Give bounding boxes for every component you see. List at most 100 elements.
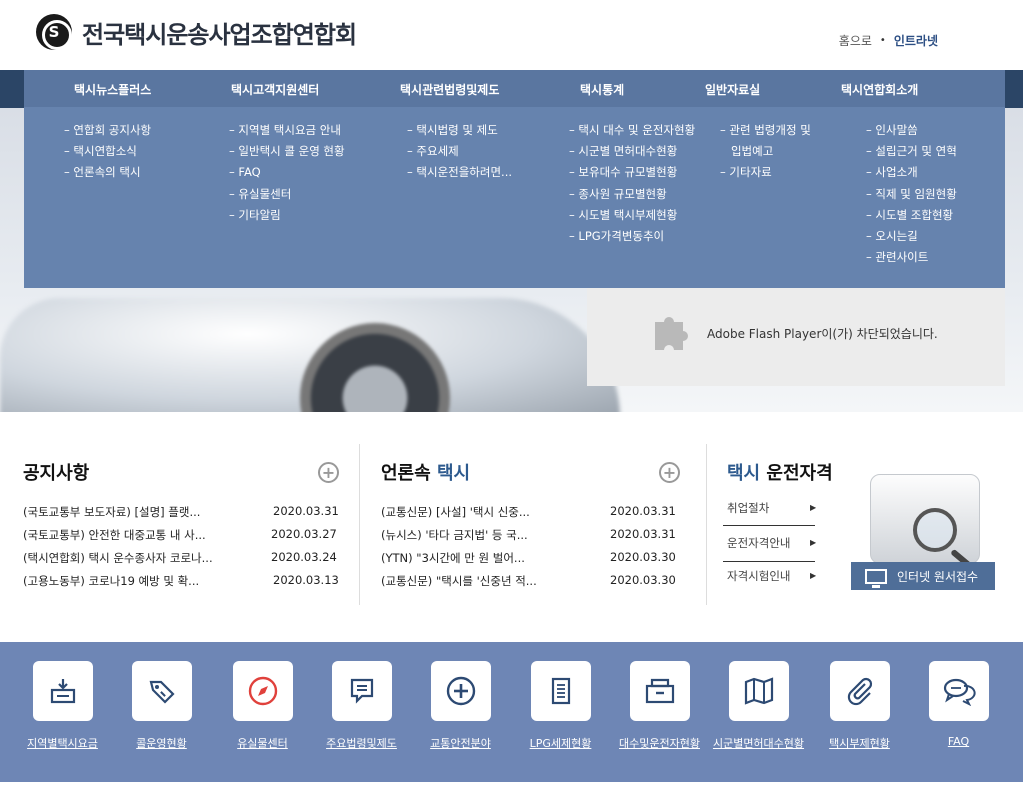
submenu-item[interactable]: 오시는길: [866, 226, 957, 247]
quick-item-lpg[interactable]: LPG세제현황: [511, 661, 610, 751]
logo-emblem-icon: [36, 14, 72, 50]
quick-item-law[interactable]: 주요법령및제도: [312, 661, 411, 751]
nav-archive[interactable]: 일반자료실: [705, 81, 760, 98]
quick-label: 유실물센터: [237, 737, 288, 750]
cabinet-icon: [645, 678, 674, 704]
submenu-item[interactable]: 시군별 면허대수현황: [569, 141, 695, 162]
quick-icon-box: [430, 661, 491, 721]
quick-item-faq[interactable]: FAQ: [909, 661, 1008, 748]
license-title-accent: 택시: [727, 463, 761, 484]
compass-icon: [248, 676, 277, 706]
submenu-item[interactable]: 유실물센터: [229, 184, 345, 205]
page-root: 전국택시운송사업조합연합회 홈으로 • 인트라넷 Adobe Flash Pla…: [0, 0, 1023, 785]
flash-blocked-message: Adobe Flash Player이(가) 차단되었습니다.: [707, 327, 938, 341]
submenu-item[interactable]: 일반택시 콜 운영 현황: [229, 141, 344, 162]
submenu-item[interactable]: 인사말씀: [866, 120, 957, 141]
nav-about[interactable]: 택시연합회소개: [841, 81, 918, 98]
notice-title: 공지사항: [23, 463, 90, 484]
notice-date: 2020.03.27: [271, 527, 337, 541]
intranet-link[interactable]: 인트라넷: [894, 32, 938, 49]
quick-item-safety[interactable]: 교통안전분야: [411, 661, 510, 751]
submenu-item[interactable]: 택시운전을하려면...: [407, 162, 512, 183]
submenu-item[interactable]: 연합회 공지사항: [64, 120, 151, 141]
press-row[interactable]: (YTN) "3시간에 만 원 벌어...: [381, 550, 525, 566]
quick-label: FAQ: [947, 735, 970, 748]
gnb-dropdown-panel: 택시뉴스플러스 택시고객지원센터 택시관련법령및제도 택시통계 일반자료실 택시…: [24, 70, 1005, 288]
quick-icon-box: [530, 661, 591, 721]
submenu-item[interactable]: 직제 및 임원현황: [866, 184, 956, 205]
plus-circle-icon: [446, 676, 475, 706]
submenu-item[interactable]: 택시연합소식: [64, 141, 151, 162]
submenu-item[interactable]: 시도별 택시부제현황: [569, 205, 695, 226]
site-logo[interactable]: 전국택시운송사업조합연합회: [36, 14, 357, 50]
column-divider: [706, 444, 707, 605]
org-title: 전국택시운송사업조합연합회: [82, 20, 357, 49]
notice-row[interactable]: (고용노동부) 코로나19 예방 및 확...: [23, 573, 199, 589]
submenu-item[interactable]: 택시 대수 및 운전자현황: [569, 120, 695, 141]
license-link-exam[interactable]: 자격시험인내: [727, 568, 790, 584]
press-row[interactable]: (교통신문) [사설] '택시 신중...: [381, 504, 530, 520]
quick-label: 콜운영현황: [136, 737, 187, 750]
quick-item-fare[interactable]: 지역별택시요금: [13, 661, 112, 751]
submenu-item[interactable]: 사업소개: [866, 162, 957, 183]
submenu-item[interactable]: 종사원 규모별현황: [569, 184, 695, 205]
submenu-item[interactable]: 기타자료: [720, 162, 811, 183]
online-application-button[interactable]: 인터넷 원서접수: [851, 562, 995, 590]
nav-customer[interactable]: 택시고객지원센터: [231, 81, 319, 98]
quick-item-lostfound[interactable]: 유실물센터: [213, 661, 312, 751]
submenu-item[interactable]: LPG가격변동추이: [569, 226, 695, 247]
quick-label: LPG세제현황: [529, 737, 592, 750]
arrow-right-icon: ▶: [810, 538, 817, 547]
submenu-law: 택시법령 및 제도 주요세제 택시운전을하려면...: [407, 120, 512, 184]
notice-row[interactable]: (국토교통부 보도자료) [설명] 플랫...: [23, 504, 200, 520]
submenu-item[interactable]: 언론속의 택시: [64, 162, 151, 183]
license-divider: [723, 561, 815, 562]
quick-item-license-count[interactable]: 시군별면허대수현황: [709, 661, 808, 751]
quick-icon-box: [829, 661, 890, 721]
quick-icon-box: [232, 661, 293, 721]
quick-item-call[interactable]: 콜운영현황: [112, 661, 211, 751]
press-date: 2020.03.31: [610, 527, 676, 541]
fare-box-icon: [50, 679, 75, 704]
chat-bubbles-icon: [943, 678, 976, 706]
quick-label: 택시부제현황: [829, 737, 890, 750]
list-doc-icon: [551, 677, 570, 705]
submenu-item[interactable]: 관련사이트: [866, 247, 957, 268]
submenu-item[interactable]: 기타알림: [229, 205, 345, 226]
quick-item-rotation[interactable]: 택시부제현황: [810, 661, 909, 751]
nav-news[interactable]: 택시뉴스플러스: [74, 81, 151, 98]
submenu-item[interactable]: 입법예고: [720, 141, 811, 162]
quick-item-vehicles[interactable]: 대수및운전자현황: [610, 661, 709, 751]
quick-label: 대수및운전자현황: [619, 737, 700, 750]
notice-row[interactable]: (국토교통부) 안전한 대중교통 내 사...: [23, 527, 206, 543]
magnifier-icon: [913, 508, 957, 552]
submenu-item[interactable]: 지역별 택시요금 안내: [229, 120, 345, 141]
notice-date: 2020.03.13: [273, 573, 339, 587]
submenu-item[interactable]: 설립근거 및 연혁: [866, 141, 956, 162]
quick-label: 교통안전분야: [430, 737, 491, 750]
submenu-item[interactable]: 택시법령 및 제도: [407, 120, 512, 141]
nav-stats[interactable]: 택시통계: [580, 81, 624, 98]
nav-law[interactable]: 택시관련법령및제도: [400, 81, 499, 98]
quick-icon-box: [928, 661, 989, 721]
notice-more-plus-icon[interactable]: +: [318, 462, 339, 483]
license-link-guide[interactable]: 운전자격안내: [727, 535, 790, 551]
quick-menu: 지역별택시요금 콜운영현황 유실물센터 주요법령및제도 교통안전분야 LPG세제…: [0, 642, 1023, 782]
notice-row[interactable]: (택시연합회) 택시 운수종사자 코로나...: [23, 550, 213, 566]
submenu-item[interactable]: FAQ: [229, 162, 345, 183]
submenu-item[interactable]: 관련 법령개정 및: [720, 120, 810, 141]
flash-blocked-box[interactable]: Adobe Flash Player이(가) 차단되었습니다.: [587, 288, 1005, 386]
press-row[interactable]: (교통신문) "택시를 '신중년 적...: [381, 573, 537, 589]
submenu-item[interactable]: 시도별 조합현황: [866, 205, 957, 226]
license-link-process[interactable]: 취업절차: [727, 500, 769, 516]
link-separator-icon: •: [879, 35, 886, 46]
home-link[interactable]: 홈으로: [839, 32, 872, 49]
quick-label: 지역별택시요금: [27, 737, 98, 750]
submenu-archive: 관련 법령개정 및 입법예고 기타자료: [720, 120, 811, 184]
submenu-item[interactable]: 주요세제: [407, 141, 512, 162]
press-more-plus-icon[interactable]: +: [659, 462, 680, 483]
submenu-item[interactable]: 보유대수 규모별현황: [569, 162, 695, 183]
arrow-right-icon: ▶: [810, 503, 817, 512]
press-title-text: 언론속: [381, 463, 431, 484]
press-row[interactable]: (뉴시스) '타다 금지법' 등 국...: [381, 527, 528, 543]
